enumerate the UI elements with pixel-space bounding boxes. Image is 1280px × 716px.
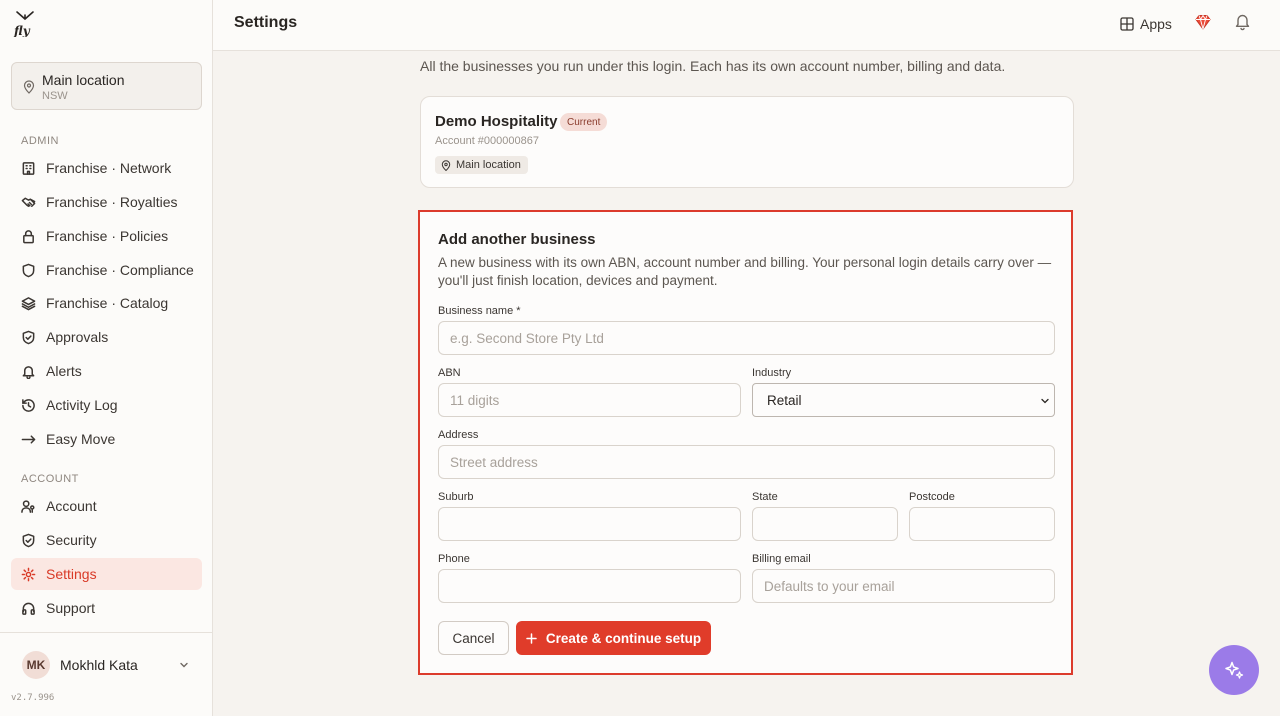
location-chip: Main location: [435, 156, 528, 174]
state-label: State: [752, 491, 778, 503]
layers-icon: [21, 296, 36, 311]
admin-section-label: ADMIN: [21, 135, 59, 147]
user-key-icon: [21, 499, 36, 514]
headphones-icon: [21, 601, 36, 616]
sidebar-item-franchise-compliance[interactable]: Franchise · Compliance: [11, 254, 202, 286]
sidebar-item-label: Activity Log: [46, 397, 118, 413]
sidebar-item-franchise-catalog[interactable]: Franchise · Catalog: [11, 287, 202, 319]
sidebar-item-label: Security: [46, 532, 97, 548]
postcode-input[interactable]: [909, 507, 1055, 541]
ai-assistant-button[interactable]: [1209, 645, 1259, 695]
avatar: MK: [22, 651, 50, 679]
location-state: NSW: [42, 90, 68, 102]
arrow-right-icon: [21, 432, 36, 447]
business-name-label: Business name *: [438, 305, 521, 317]
billing-email-input[interactable]: [752, 569, 1055, 603]
gem-icon[interactable]: [1194, 13, 1212, 31]
abn-input[interactable]: [438, 383, 741, 417]
sidebar-item-franchise-royalties[interactable]: Franchise · Royalties: [11, 186, 202, 218]
plus-icon: [526, 632, 537, 644]
business-name: Demo Hospitality: [435, 113, 558, 130]
industry-select[interactable]: Retail: [752, 383, 1055, 417]
abn-label: ABN: [438, 367, 461, 379]
phone-label: Phone: [438, 553, 470, 565]
sidebar-item-label: Approvals: [46, 329, 109, 345]
sidebar-item-label: Franchise · Royalties: [46, 194, 178, 210]
sidebar-item-label: Settings: [46, 566, 97, 582]
user-name: Mokhld Kata: [60, 657, 138, 673]
gear-icon: [21, 567, 36, 582]
grid-icon: [1120, 17, 1134, 31]
handshake-icon: [21, 195, 36, 210]
page-title: Settings: [234, 14, 298, 31]
add-business-title: Add another business: [438, 231, 596, 248]
industry-value: Retail: [767, 392, 802, 408]
account-number: Account #000000867: [435, 135, 539, 147]
postcode-label: Postcode: [909, 491, 955, 503]
location-switcher[interactable]: Main location NSW: [11, 62, 202, 110]
sidebar-item-activity-log[interactable]: Activity Log: [11, 389, 202, 421]
shield-icon: [21, 533, 36, 548]
sidebar-item-approvals[interactable]: Approvals: [11, 321, 202, 353]
location-chip-label: Main location: [456, 159, 521, 171]
chevron-down-icon: [1041, 398, 1049, 404]
sidebar-item-alerts[interactable]: Alerts: [11, 355, 202, 387]
current-badge: Current: [560, 113, 608, 131]
sidebar-item-account[interactable]: Account: [11, 490, 202, 522]
user-menu[interactable]: MK Mokhld Kata: [0, 632, 212, 696]
sidebar-item-label: Account: [46, 498, 97, 514]
svg-text:fly: fly: [13, 24, 31, 37]
business-name-input[interactable]: [438, 321, 1055, 355]
bell-icon: [21, 364, 36, 379]
location-name: Main location: [42, 72, 125, 88]
top-bar: Settings Apps: [213, 0, 1280, 51]
apps-button[interactable]: Apps: [1120, 13, 1172, 35]
sidebar-item-easy-move[interactable]: Easy Move: [11, 423, 202, 455]
fly-logo[interactable]: fly: [13, 9, 37, 37]
sidebar-item-franchise-network[interactable]: Franchise · Network: [11, 152, 202, 184]
app-version: v2.7.996: [11, 693, 55, 703]
sparkles-icon: [1225, 661, 1244, 679]
address-label: Address: [438, 429, 479, 441]
lock-icon: [21, 229, 36, 244]
phone-input[interactable]: [438, 569, 741, 603]
sidebar-item-label: Franchise · Network: [46, 160, 172, 176]
building-icon: [21, 161, 36, 176]
address-input[interactable]: [438, 445, 1055, 479]
apps-label: Apps: [1140, 16, 1172, 32]
sidebar-item-support[interactable]: Support: [11, 592, 202, 624]
billing-email-label: Billing email: [752, 553, 811, 565]
current-business-card[interactable]: Demo Hospitality Current Account #000000…: [420, 96, 1074, 188]
sidebar-item-label: Franchise · Catalog: [46, 295, 169, 311]
sidebar-item-franchise-policies[interactable]: Franchise · Policies: [11, 220, 202, 252]
suburb-input[interactable]: [438, 507, 741, 541]
state-input[interactable]: [752, 507, 898, 541]
suburb-label: Suburb: [438, 491, 474, 503]
sidebar-item-label: Franchise · Compliance: [46, 262, 194, 278]
shield-check-icon: [21, 330, 36, 345]
history-icon: [21, 398, 36, 413]
chevron-down-icon: [180, 662, 188, 668]
sidebar-item-label: Support: [46, 600, 96, 616]
map-pin-icon: [23, 80, 35, 94]
add-business-description: A new business with its own ABN, account…: [438, 255, 1052, 288]
sidebar-item-security[interactable]: Security: [11, 524, 202, 556]
create-business-button[interactable]: Create & continue setup: [516, 621, 711, 655]
map-pin-icon: [441, 159, 451, 171]
shield-icon: [21, 263, 36, 278]
create-business-label: Create & continue setup: [545, 630, 702, 646]
sidebar: fly Main location NSW ADMIN Franchise · …: [0, 0, 213, 716]
sidebar-item-label: Franchise · Policies: [46, 228, 169, 244]
businesses-intro: All the businesses you run under this lo…: [420, 58, 1006, 74]
account-section-label: ACCOUNT: [21, 473, 79, 485]
bell-icon[interactable]: [1234, 12, 1251, 31]
sidebar-item-label: Alerts: [46, 363, 82, 379]
industry-label: Industry: [752, 367, 792, 379]
add-business-panel: Add another business A new business with…: [418, 210, 1073, 675]
sidebar-item-settings[interactable]: Settings: [11, 558, 202, 590]
cancel-button[interactable]: Cancel: [438, 621, 509, 655]
sidebar-item-label: Easy Move: [46, 431, 116, 447]
